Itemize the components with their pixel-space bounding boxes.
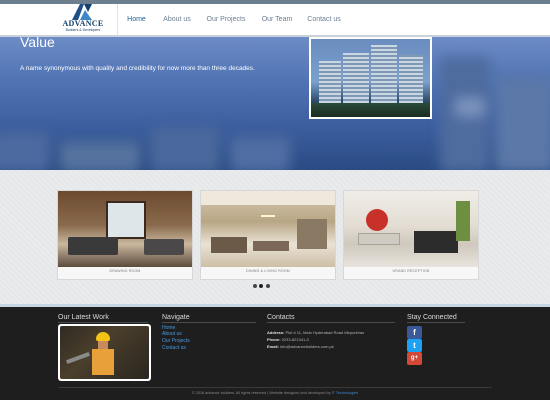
hero-text: A name synonymous with quality and credi…	[20, 65, 255, 72]
nav-home[interactable]: Home	[120, 4, 153, 35]
nav-our-team[interactable]: Our Team	[257, 4, 297, 35]
hero-building-photo	[309, 37, 432, 119]
nav-separator	[117, 4, 118, 35]
footer-heading-underline	[162, 322, 256, 323]
contact-email-label: Email:	[267, 344, 280, 349]
carousel-dot[interactable]	[266, 284, 270, 288]
hero-title: Value	[20, 34, 55, 50]
hero-bg-building	[150, 127, 220, 170]
hero-bg-building	[0, 132, 50, 170]
contact-phone: Phone: 0233-821341-0	[267, 337, 309, 342]
footer-heading-latest-work: Our Latest Work	[58, 314, 109, 321]
footer-link-contact-us[interactable]: Contact us	[162, 345, 186, 351]
logo-mark-icon	[72, 4, 92, 20]
nav-our-projects[interactable]: Our Projects	[204, 4, 248, 35]
carousel-dot-active[interactable]	[259, 284, 263, 288]
google-plus-icon[interactable]: g+	[407, 352, 422, 365]
copyright-line: © 2016 advance builders. All rights rese…	[58, 391, 492, 395]
latest-work-image	[60, 326, 149, 379]
nav-contact-us[interactable]: Contact us	[304, 4, 344, 35]
latest-work-thumbnail[interactable]	[58, 324, 151, 381]
site-logo[interactable]: ADVANCE Builders & Developers	[58, 4, 108, 34]
footer-heading-underline	[58, 322, 148, 323]
gallery-caption: DRAWING ROOM	[109, 269, 141, 273]
photo-foreground	[311, 103, 430, 117]
hero-bg-window	[455, 97, 485, 117]
logo-tagline: Builders & Developers	[65, 28, 101, 32]
gallery-image	[58, 191, 192, 267]
footer-heading-contacts: Contacts	[267, 314, 295, 321]
contact-address: Address: Plot # 11, Main Hyderabad Road …	[267, 330, 364, 335]
facebook-icon[interactable]: f	[407, 326, 422, 339]
contact-phone-label: Phone:	[267, 337, 281, 342]
copyright-text: © 2016 advance builders. All rights rese…	[191, 391, 331, 395]
gallery-card-grand-reception[interactable]: GRAND RECEPTION	[343, 190, 479, 280]
carousel-dot[interactable]	[253, 284, 257, 288]
footer-bottom-divider	[58, 387, 492, 388]
gallery-card-drawing-room[interactable]: DRAWING ROOM	[57, 190, 193, 280]
hero-banner	[0, 37, 550, 170]
footer-heading-underline	[267, 322, 395, 323]
hero-bg-building	[495, 77, 550, 170]
hero-bg-building	[60, 142, 140, 170]
developer-link[interactable]: IT Technologies	[332, 391, 358, 395]
photo-tower	[371, 45, 397, 107]
contact-address-label: Address:	[267, 330, 285, 335]
contact-phone-value: 0233-821341-0	[281, 337, 309, 342]
contact-address-value: Plot # 11, Main Hyderabad Road Mirpurkha…	[285, 330, 365, 335]
photo-tower	[399, 55, 423, 107]
gallery-image	[344, 191, 478, 267]
gallery-caption: DINING & LIVING ROOM	[246, 269, 290, 273]
photo-tower	[343, 53, 369, 107]
gallery-card-dining-living[interactable]: DINING & LIVING ROOM	[200, 190, 336, 280]
photo-tower	[319, 61, 341, 107]
gallery-image	[201, 191, 335, 267]
logo-wordmark: ADVANCE	[62, 19, 104, 28]
contact-email: Email: info@advancebuilders.com.pk	[267, 344, 334, 349]
footer-heading-stay-connected: Stay Connected	[407, 314, 457, 321]
footer-heading-underline	[407, 322, 465, 323]
gallery-caption: GRAND RECEPTION	[392, 269, 430, 273]
contact-email-value[interactable]: info@advancebuilders.com.pk	[280, 344, 334, 349]
hero-bg-building	[230, 137, 290, 170]
footer-heading-navigate: Navigate	[162, 314, 190, 321]
nav-about-us[interactable]: About us	[158, 4, 196, 35]
twitter-icon[interactable]: t	[407, 339, 422, 352]
footer-link-about-us[interactable]: About us	[162, 331, 182, 337]
footer-link-our-projects[interactable]: Our Projects	[162, 338, 190, 344]
